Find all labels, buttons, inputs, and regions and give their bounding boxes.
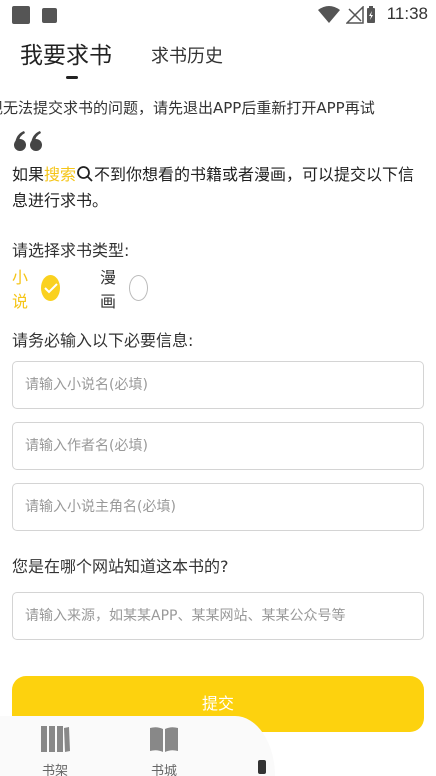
source-input[interactable] (12, 592, 424, 640)
notice-text: 现无法提交求书的问题，请先退出APP后重新打开APP再试 (0, 99, 375, 117)
tab-request-book[interactable]: 我要求书 (20, 36, 112, 70)
clock: 11:38 (386, 4, 428, 23)
type-section-label: 请选择求书类型: (12, 241, 130, 260)
nav-item-bookstore[interactable]: 书城 (142, 724, 186, 776)
radio-unchecked-icon (128, 275, 149, 301)
bottom-nav: 书架 书城 (0, 716, 275, 776)
source-section-label: 您是在哪个网站知道这本书的? (12, 557, 229, 576)
tab-request-history[interactable]: 求书历史 (151, 42, 223, 68)
protagonist-name-input[interactable] (12, 483, 424, 531)
required-section-label: 请务必输入以下必要信息: (12, 331, 194, 350)
nav-label-bookstore: 书城 (150, 764, 177, 776)
notice-marquee: 现无法提交求书的问题，请先退出APP后重新打开APP再试 (0, 97, 436, 119)
submit-label: 提交 (201, 694, 234, 713)
intro-text: 如果搜索 不到你想看的书籍或者漫画，可以提交以下信息进行求书。 (12, 162, 424, 214)
radio-comic[interactable]: 漫画 (100, 268, 149, 311)
nav-item-partial (258, 760, 266, 774)
radio-checked-icon (41, 275, 61, 301)
radio-novel-label: 小说 (12, 268, 29, 311)
search-icon (77, 166, 93, 182)
battery-charging-icon (367, 6, 375, 23)
no-signal-icon (346, 6, 364, 24)
quote-icon (14, 131, 42, 151)
intro-prefix: 如果 (12, 165, 45, 184)
nav-item-bookshelf[interactable]: 书架 (33, 724, 77, 776)
tab-indicator (66, 76, 78, 79)
radio-comic-label: 漫画 (100, 268, 117, 311)
tab-bar: 我要求书 求书历史 (0, 36, 436, 84)
nav-label-bookshelf: 书架 (41, 764, 68, 776)
radio-novel[interactable]: 小说 (12, 268, 61, 311)
notification-square-icon (12, 6, 30, 24)
novel-name-input[interactable] (12, 361, 424, 409)
author-name-input[interactable] (12, 422, 424, 470)
notification-square-icon (42, 8, 57, 23)
status-bar: 11:38 (0, 0, 436, 30)
search-keyword-link[interactable]: 搜索 (44, 165, 76, 184)
wifi-icon (318, 6, 340, 23)
bookshelf-icon (41, 726, 70, 752)
book-icon (150, 727, 178, 752)
